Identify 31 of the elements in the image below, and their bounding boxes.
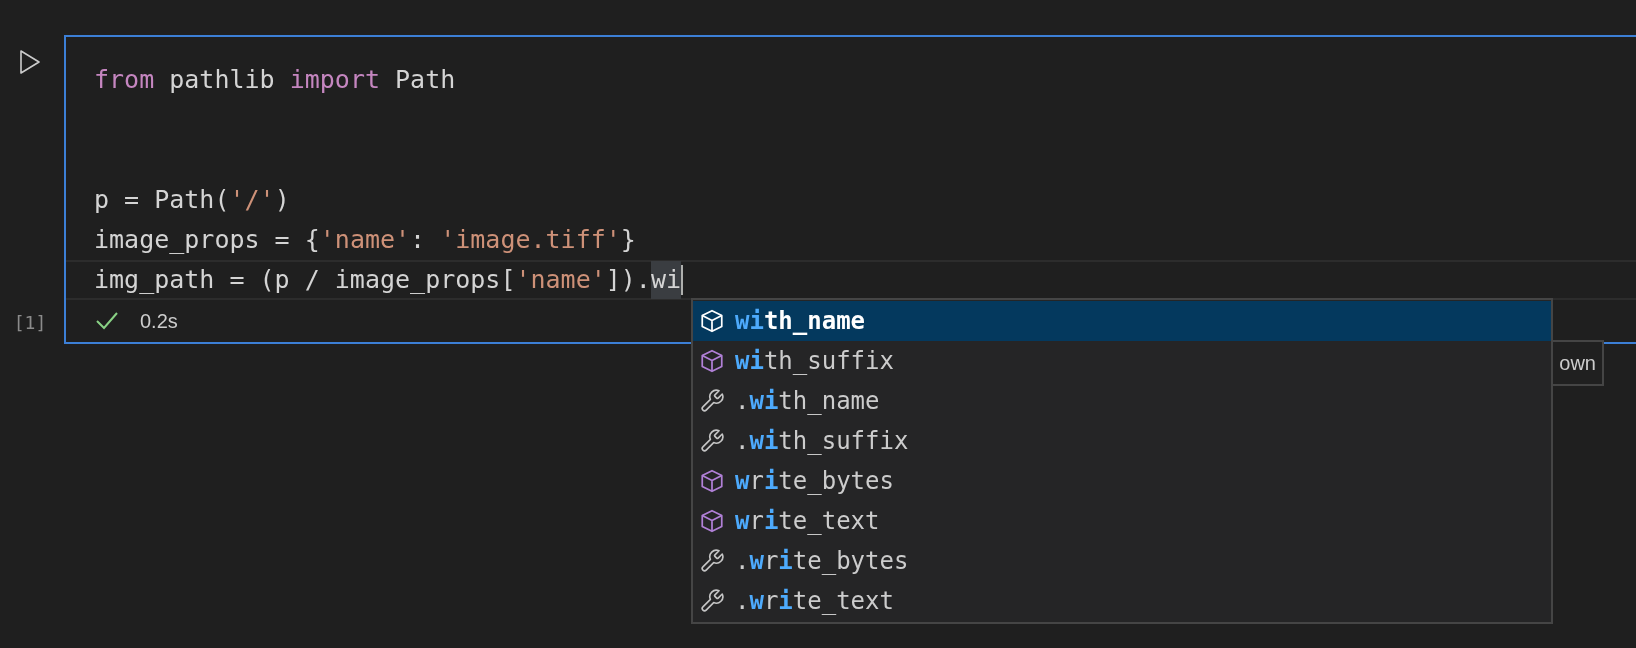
- cube-icon: [699, 508, 725, 534]
- suggestion-label: .write_text: [735, 586, 894, 617]
- suggestion-item[interactable]: .with_suffix: [693, 421, 1551, 461]
- suggestion-label: .with_suffix: [735, 426, 909, 457]
- suggestion-item[interactable]: .write_bytes: [693, 541, 1551, 581]
- wrench-icon: [699, 588, 725, 614]
- run-button[interactable]: [19, 49, 41, 75]
- code-line: image_props = {'name': 'image.tiff'}: [93, 224, 637, 257]
- execution-time: 0.2s: [140, 309, 178, 334]
- cube-icon: [699, 348, 725, 374]
- suggestion-label: .with_name: [735, 386, 880, 417]
- code-line: from pathlib import Path: [93, 64, 457, 97]
- suggestion-item[interactable]: write_text: [693, 501, 1551, 541]
- suggestion-label: with_name: [735, 306, 866, 337]
- suggestion-item[interactable]: write_bytes: [693, 461, 1551, 501]
- execution-count: [1]: [13, 311, 47, 335]
- suggestion-label: write_text: [735, 506, 880, 537]
- suggestion-label: write_bytes: [735, 466, 894, 497]
- suggestion-item[interactable]: .write_text: [693, 581, 1551, 621]
- suggestion-item[interactable]: with_name: [693, 301, 1551, 341]
- suggestion-label: with_suffix: [735, 346, 894, 377]
- play-icon: [19, 49, 41, 75]
- checkmark-icon: [96, 312, 118, 330]
- wrench-icon: [699, 388, 725, 414]
- cube-icon: [699, 468, 725, 494]
- suggestion-label: .write_bytes: [735, 546, 909, 577]
- cube-icon: [699, 308, 725, 334]
- wrench-icon: [699, 548, 725, 574]
- wrench-icon: [699, 428, 725, 454]
- text-cursor: [681, 265, 683, 295]
- code-line: p = Path('/'): [93, 184, 291, 217]
